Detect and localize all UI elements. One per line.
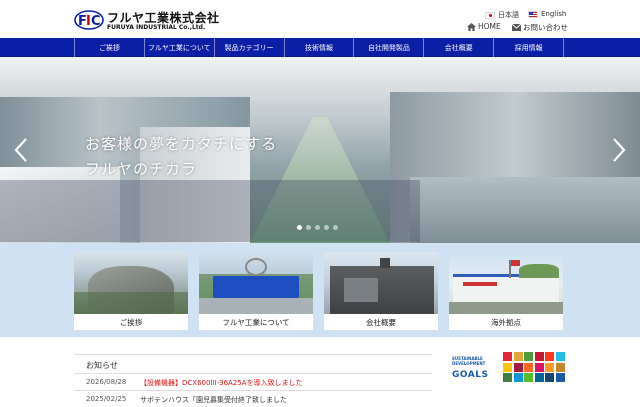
sdg-goal-icon bbox=[545, 362, 555, 372]
nav-item-technology[interactable]: 技術情報 bbox=[283, 38, 354, 57]
greeting-photo bbox=[74, 252, 188, 314]
card-about-label: フルヤ工業について bbox=[222, 317, 290, 327]
mail-icon bbox=[512, 24, 521, 31]
flag bbox=[511, 260, 520, 266]
sdg-goal-icon bbox=[503, 373, 512, 383]
sdg-goal-icon bbox=[545, 352, 555, 361]
sdg-goal-icon bbox=[555, 362, 565, 372]
contact-label: お問い合わせ bbox=[523, 23, 568, 32]
card-about[interactable]: フルヤ工業について bbox=[199, 252, 313, 330]
rooftop-emblem bbox=[380, 258, 390, 268]
nav-item-recruit[interactable]: 採用情報 bbox=[493, 38, 565, 57]
sdg-goal-icon bbox=[534, 352, 544, 361]
news-date: 2025/02/25 bbox=[86, 395, 127, 403]
news-item[interactable]: 2026/08/28 【設備機器】DCX600III-36A25Aを導入致しまし… bbox=[74, 373, 432, 390]
sdg-goal-icon bbox=[555, 373, 565, 383]
card-greeting-label: ご挨拶 bbox=[119, 317, 143, 327]
news-link[interactable]: 【設備機器】DCX600III-36A25Aを導入致しました bbox=[140, 378, 303, 388]
sdgs-goals-label: GOALS bbox=[452, 370, 489, 380]
slider-dot[interactable] bbox=[315, 225, 320, 230]
ground bbox=[449, 302, 563, 314]
lang-ja-label: 日本語 bbox=[498, 11, 519, 19]
slider-next-icon[interactable] bbox=[612, 137, 626, 163]
card-overseas[interactable]: 海外拠点 bbox=[449, 252, 563, 330]
lang-en-link[interactable]: English bbox=[528, 10, 566, 18]
sdg-goal-icon bbox=[503, 352, 512, 361]
sdg-goal-icon bbox=[513, 362, 523, 372]
site-header: F I C フルヤ工業株式会社 FURUYA INDUSTRIAL Co.,Lt… bbox=[0, 0, 640, 38]
building-entrance bbox=[344, 278, 378, 302]
japan-flag-icon bbox=[485, 11, 495, 19]
sign-base bbox=[199, 298, 313, 314]
sdg-goal-icon bbox=[524, 362, 534, 372]
hero-catch-line2: フルヤのチカラ bbox=[85, 160, 198, 178]
sdg-goal-icon bbox=[513, 373, 523, 383]
slider-prev-icon[interactable] bbox=[14, 137, 28, 163]
sdg-goal-icon bbox=[545, 373, 555, 383]
overseas-factory bbox=[453, 274, 559, 302]
palm-trees bbox=[519, 264, 559, 278]
slider-dot[interactable] bbox=[306, 225, 311, 230]
sdgs-logo-text: SUSTAINABLE DEVELOPMENT bbox=[452, 356, 486, 366]
nav-item-products[interactable]: 製品カテゴリー bbox=[213, 38, 284, 57]
catch-overlay bbox=[0, 180, 420, 242]
slider-dot[interactable] bbox=[324, 225, 329, 230]
sdg-goal-icon bbox=[534, 373, 544, 383]
factory-machine-lower-right bbox=[410, 177, 640, 243]
nav-item-about[interactable]: フルヤ工業について bbox=[143, 38, 214, 57]
lang-en-label: English bbox=[541, 10, 567, 18]
sdgs-logo: SUSTAINABLE DEVELOPMENT GOALS bbox=[449, 353, 491, 385]
factory-stripe bbox=[463, 282, 497, 286]
sdg-goal-icon bbox=[555, 352, 565, 361]
card-company-label: 会社概要 bbox=[366, 317, 396, 327]
sdg-goal-icon bbox=[503, 362, 512, 372]
slider-dot[interactable] bbox=[297, 225, 302, 230]
sdgs-goal-grid bbox=[503, 352, 565, 388]
news-item[interactable]: 2025/02/25 サボテンハウス「園児募集受付終了致しました bbox=[74, 390, 432, 407]
sdg-goal-icon bbox=[534, 362, 544, 372]
news-title: お知らせ bbox=[86, 361, 118, 370]
card-company[interactable]: 会社概要 bbox=[324, 252, 438, 330]
sdg-goal-icon bbox=[524, 352, 534, 361]
lang-ja-link[interactable]: 日本語 bbox=[485, 10, 519, 20]
news-date: 2026/08/28 bbox=[86, 378, 127, 386]
company-photo bbox=[324, 252, 438, 314]
company-name-en: FURUYA INDUSTRIAL Co.,Ltd. bbox=[107, 24, 206, 31]
sdg-goal-icon bbox=[513, 352, 523, 361]
overseas-photo bbox=[449, 252, 563, 314]
home-link[interactable]: HOME bbox=[467, 22, 501, 31]
contact-link[interactable]: お問い合わせ bbox=[512, 22, 568, 33]
sdgs-line2: DEVELOPMENT bbox=[452, 360, 486, 366]
home-label: HOME bbox=[478, 22, 501, 31]
shrubs bbox=[74, 292, 188, 314]
slider-dot[interactable] bbox=[333, 225, 338, 230]
card-overseas-label: 海外拠点 bbox=[491, 317, 521, 327]
card-greeting[interactable]: ご挨拶 bbox=[74, 252, 188, 330]
home-icon bbox=[467, 22, 476, 31]
logo-mark-icon: F I C bbox=[74, 10, 104, 30]
us-flag-icon bbox=[528, 10, 538, 18]
sign-emblem bbox=[245, 258, 267, 276]
company-sign bbox=[213, 276, 299, 298]
news-link[interactable]: サボテンハウス「園児募集受付終了致しました bbox=[140, 395, 287, 405]
slider-dots bbox=[297, 225, 338, 230]
nav-item-greeting[interactable]: ご挨拶 bbox=[74, 38, 144, 57]
sdg-goal-icon bbox=[524, 373, 534, 383]
news-header: お知らせ bbox=[74, 354, 432, 374]
hero-catch-line1: お客様の夢をカタチにする bbox=[85, 135, 278, 153]
nav-item-own-products[interactable]: 自社開発製品 bbox=[353, 38, 423, 57]
sdgs-banner[interactable]: SUSTAINABLE DEVELOPMENT GOALS bbox=[449, 352, 565, 388]
nav-item-company[interactable]: 会社概要 bbox=[423, 38, 493, 57]
global-nav: ご挨拶 フルヤ工業について 製品カテゴリー 技術情報 自社開発製品 会社概要 採… bbox=[0, 38, 640, 57]
about-photo bbox=[199, 252, 313, 314]
svg-text:C: C bbox=[91, 14, 101, 29]
